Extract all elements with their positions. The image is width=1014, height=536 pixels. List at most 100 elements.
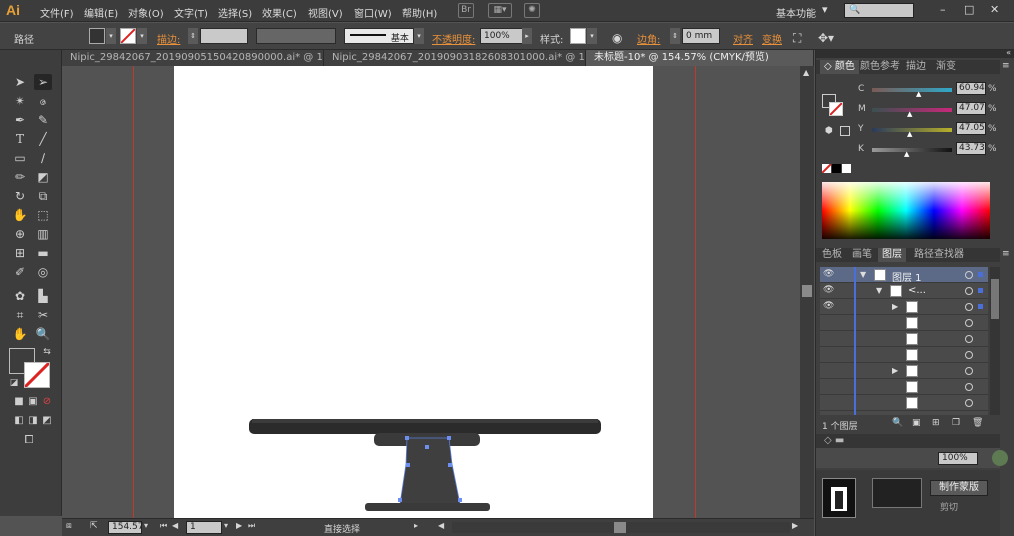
- tab-document-3[interactable]: 未标题-10* @ 154.57% (CMYK/预览): [586, 50, 814, 66]
- mesh-tool-icon[interactable]: ⊞: [11, 245, 29, 261]
- scroll-up-icon[interactable]: ▲: [803, 68, 809, 77]
- scroll-left-icon[interactable]: ◀: [438, 521, 444, 530]
- delete-layer-icon[interactable]: 🗑: [972, 418, 983, 428]
- gradient-tool-icon[interactable]: ▬: [34, 245, 52, 261]
- new-sublayer-icon[interactable]: ⊞: [932, 418, 940, 428]
- artboard-number-field[interactable]: 1: [186, 521, 222, 534]
- target-circle-icon[interactable]: [965, 367, 973, 375]
- locate-object-icon[interactable]: 🔍: [892, 418, 903, 428]
- expand-triangle-icon[interactable]: ▶: [892, 366, 898, 375]
- default-fill-stroke-icon[interactable]: ◪: [5, 375, 23, 391]
- menu-type[interactable]: 文字(T): [174, 5, 208, 20]
- direct-selection-tool-icon[interactable]: ➢: [34, 74, 52, 90]
- clipping-mask-icon[interactable]: ▣: [912, 418, 921, 428]
- layer-row[interactable]: 👁 ▼ 图层 1: [820, 267, 988, 284]
- make-mask-button[interactable]: 制作蒙版: [930, 480, 988, 496]
- expand-triangle-icon[interactable]: ▼: [860, 270, 866, 279]
- artboard-nav-icon[interactable]: ⧈: [66, 521, 72, 531]
- stroke-weight-label[interactable]: 描边:: [157, 31, 180, 46]
- sublayer-row[interactable]: ▶: [820, 363, 988, 379]
- target-circle-icon[interactable]: [965, 287, 973, 295]
- scroll-right-icon[interactable]: ▶: [792, 521, 798, 530]
- zoom-tool-icon[interactable]: 🔍: [34, 326, 52, 342]
- clip-checkbox-label[interactable]: 剪切: [940, 500, 958, 513]
- tab-color[interactable]: ◇ 颜色: [820, 60, 859, 74]
- transparency-tab-icon[interactable]: ◇ ▬: [820, 434, 848, 448]
- channel-y-thumb[interactable]: ▲: [907, 130, 912, 138]
- corner-label[interactable]: 边角:: [637, 31, 660, 46]
- align-link[interactable]: 对齐: [733, 31, 753, 46]
- vertical-scroll-thumb[interactable]: [802, 285, 812, 297]
- previous-artboard-icon[interactable]: ◀: [172, 521, 178, 530]
- selection-indicator[interactable]: [978, 272, 983, 277]
- channel-k-thumb[interactable]: ▲: [904, 150, 909, 158]
- target-circle-icon[interactable]: [965, 383, 973, 391]
- black-swatch[interactable]: [832, 164, 841, 173]
- menu-edit[interactable]: 编辑(E): [84, 5, 118, 20]
- stroke-dropdown-icon[interactable]: ▾: [137, 28, 147, 44]
- web-safe-swatch[interactable]: [840, 126, 850, 136]
- brush-definition[interactable]: 基本: [344, 28, 414, 44]
- tab-pathfinder[interactable]: 路径查找器: [910, 248, 968, 262]
- mask-thumbnail[interactable]: [822, 478, 856, 518]
- visibility-eye-icon[interactable]: 👁: [823, 285, 834, 295]
- sublayer-row[interactable]: [820, 395, 988, 411]
- menu-object[interactable]: 对象(O): [128, 5, 164, 20]
- transparency-zoom-field[interactable]: 100%: [938, 452, 978, 465]
- line-tool-icon[interactable]: ╱: [34, 131, 52, 147]
- tab-brushes[interactable]: 画笔: [848, 248, 876, 262]
- sublayer-row[interactable]: [820, 331, 988, 347]
- style-swatch[interactable]: [570, 28, 586, 44]
- sublayer-row[interactable]: [820, 347, 988, 363]
- tab-document-2[interactable]: Nipic_29842067_20190903182608301000.ai* …: [324, 50, 586, 66]
- channel-c-value[interactable]: 60.94: [956, 82, 986, 95]
- tab-stroke[interactable]: 描边: [902, 60, 930, 74]
- tab-swatches[interactable]: 色板: [818, 248, 846, 262]
- status-menu-icon[interactable]: ▸: [414, 521, 418, 530]
- magic-wand-tool-icon[interactable]: ✴: [11, 93, 29, 109]
- target-circle-icon[interactable]: [965, 303, 973, 311]
- free-transform-tool-icon[interactable]: ⬚: [34, 207, 52, 223]
- rectangle-tool-icon[interactable]: ▭: [11, 150, 29, 166]
- fill-swatch[interactable]: [89, 28, 105, 44]
- group-name[interactable]: <...: [908, 285, 926, 296]
- last-artboard-icon[interactable]: ⏭: [248, 521, 255, 531]
- arrange-documents-icon[interactable]: ▦▾: [488, 3, 512, 18]
- monitor-artwork[interactable]: [174, 66, 653, 518]
- menu-view[interactable]: 视图(V): [308, 5, 343, 20]
- corner-field[interactable]: 0 mm: [682, 28, 720, 44]
- stroke-weight-stepper[interactable]: ⇕: [188, 28, 198, 44]
- out-of-gamut-icon[interactable]: ⬢: [825, 126, 833, 136]
- opacity-dropdown-icon[interactable]: ▸: [522, 28, 532, 44]
- target-circle-icon[interactable]: [965, 271, 973, 279]
- collapse-panels-icon[interactable]: «: [1006, 48, 1011, 57]
- sublayer-row[interactable]: [820, 379, 988, 395]
- selection-tool-icon[interactable]: ➤: [11, 74, 29, 90]
- opacity-mask-thumbnail[interactable]: [872, 478, 922, 508]
- tab-gradient[interactable]: 渐变: [932, 60, 960, 74]
- control-options-icon[interactable]: ✥▾: [818, 31, 834, 45]
- color-panel-stroke-box[interactable]: [829, 102, 843, 116]
- monitor-base[interactable]: [365, 503, 490, 511]
- channel-c-slider[interactable]: [872, 88, 952, 92]
- next-artboard-icon[interactable]: ▶: [236, 521, 242, 530]
- variable-width-profile[interactable]: [256, 28, 336, 44]
- isolate-object-icon[interactable]: ⛶: [793, 31, 801, 46]
- menu-select[interactable]: 选择(S): [218, 5, 252, 20]
- none-mode-icon[interactable]: ⊘: [38, 394, 56, 410]
- minimize-icon[interactable]: –: [940, 3, 946, 16]
- visibility-eye-icon[interactable]: 👁: [823, 301, 834, 311]
- visibility-eye-icon[interactable]: 👁: [823, 269, 834, 279]
- panel-menu-icon[interactable]: ≡: [1002, 61, 1010, 71]
- layers-scrollbar[interactable]: [990, 267, 1000, 415]
- channel-k-value[interactable]: 43.73: [956, 142, 986, 155]
- new-layer-icon[interactable]: ❐: [952, 418, 960, 428]
- hand-tool-icon[interactable]: ✋: [11, 326, 29, 342]
- fill-dropdown-icon[interactable]: ▾: [106, 28, 116, 44]
- expand-triangle-icon[interactable]: ▶: [892, 302, 898, 311]
- gpu-performance-icon[interactable]: ✺: [524, 3, 540, 18]
- expand-triangle-icon[interactable]: ▼: [876, 286, 882, 295]
- perspective-grid-tool-icon[interactable]: ▥: [34, 226, 52, 242]
- blend-tool-icon[interactable]: ◎: [34, 264, 52, 280]
- draw-inside-icon[interactable]: ◩: [38, 413, 56, 429]
